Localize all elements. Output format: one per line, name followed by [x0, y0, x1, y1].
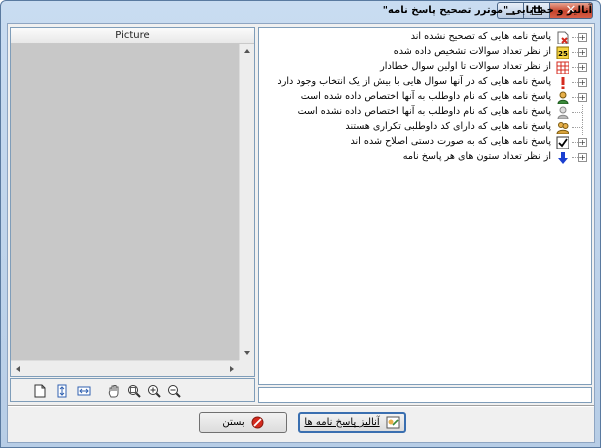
tree-item[interactable]: + از نظر تعداد سوالات تا اولین سوال خطاد… [259, 60, 591, 75]
picture-header: Picture [11, 28, 254, 44]
zoom-fit-button[interactable] [125, 382, 142, 399]
scroll-right-icon[interactable] [230, 366, 234, 372]
tree-item[interactable]: + پاسخ نامه هایی که در آنها سوال هایی با… [259, 75, 591, 90]
zoom-fit-icon [127, 384, 141, 398]
tree-item-label: پاسخ نامه هایی که تصحیح نشده اند [410, 31, 551, 42]
arrow-down-icon [558, 152, 568, 164]
count-25-icon: 25 [556, 46, 569, 59]
tree-item-label: از نظر تعداد ستون های هر پاسخ نامه [402, 151, 551, 162]
fit-height-button[interactable] [53, 382, 70, 399]
page-button[interactable] [31, 382, 48, 399]
tree-item[interactable]: + 25 از نظر تعداد سوالات تشخیص داده شده [259, 45, 591, 60]
zoom-out-icon [167, 384, 181, 398]
user-duplicate-icon [556, 122, 569, 134]
window-title: آنالیز و خطایابی "موترر تصحیح پاسخ نامه" [382, 5, 592, 16]
vertical-scrollbar[interactable] [239, 44, 254, 360]
analysis-tree[interactable]: + پاسخ نامه هایی که تصحیح نشده اند + 25 … [258, 27, 592, 385]
picture-toolbar [10, 378, 255, 402]
stop-icon [251, 416, 264, 429]
zoom-out-button[interactable] [165, 382, 182, 399]
user-gray-icon [557, 106, 569, 119]
zoom-in-icon [147, 384, 161, 398]
tree-item-label: پاسخ نامه هایی که نام داوطلب به آنها اخت… [300, 91, 551, 102]
grid-error-icon [556, 61, 569, 74]
separator [8, 405, 594, 407]
analyze-icon [386, 416, 400, 429]
status-field [258, 387, 592, 403]
tree-item-label: از نظر تعداد سوالات تشخیص داده شده [393, 46, 551, 57]
fit-height-icon [57, 384, 66, 397]
sheet-x-icon [557, 31, 569, 44]
tree-item[interactable]: پاسخ نامه هایی که نام داوطلب به آنها اخت… [259, 105, 591, 120]
tree-item-label: پاسخ نامه هایی که نام داوطلب به آنها اخت… [297, 106, 551, 117]
analyze-button[interactable]: آنالیز پاسخ نامه ها [298, 412, 406, 433]
app-window: ✕ آنالیز و خطایابی "موترر تصحیح پاسخ نام… [0, 0, 601, 448]
fit-width-icon [77, 386, 90, 395]
pan-button[interactable] [105, 382, 122, 399]
horizontal-scrollbar[interactable] [11, 360, 239, 376]
scroll-corner [239, 360, 254, 376]
tree-item[interactable]: + پاسخ نامه هایی که تصحیح نشده اند [259, 30, 591, 45]
scroll-up-icon[interactable] [244, 49, 250, 53]
tree-item-label: از نظر تعداد سوالات تا اولین سوال خطادار [380, 61, 551, 72]
title-bar[interactable]: ✕ آنالیز و خطایابی "موترر تصحیح پاسخ نام… [1, 1, 600, 23]
scroll-down-icon[interactable] [244, 351, 250, 355]
page-icon [34, 384, 45, 397]
hand-icon [108, 384, 118, 397]
exclamation-icon [561, 77, 565, 89]
tree-item[interactable]: پاسخ نامه هایی که دارای کد داوطلبی تکرار… [259, 120, 591, 135]
tree-item-label: پاسخ نامه هایی که در آنها سوال هایی با ب… [277, 76, 551, 87]
zoom-in-button[interactable] [145, 382, 162, 399]
user-icon [557, 91, 569, 104]
analyze-button-label: آنالیز پاسخ نامه ها [304, 417, 380, 428]
fit-width-button[interactable] [75, 382, 92, 399]
client-area: Picture + پاسخ نامه هایی که تصحیح نشده ا… [7, 23, 595, 443]
svg-text:25: 25 [558, 50, 568, 58]
tree-item[interactable]: + از نظر تعداد ستون های هر پاسخ نامه [259, 150, 591, 165]
scroll-left-icon[interactable] [16, 366, 20, 372]
picture-panel: Picture [10, 27, 255, 377]
close-button[interactable]: بستن [199, 412, 287, 433]
tree-item-label: پاسخ نامه هایی که به صورت دستی اصلاح شده… [350, 136, 552, 147]
checkbox-icon [556, 136, 569, 149]
picture-view[interactable] [11, 44, 239, 360]
tree-item[interactable]: + پاسخ نامه هایی که نام داوطلب به آنها ا… [259, 90, 591, 105]
tree-item[interactable]: + پاسخ نامه هایی که به صورت دستی اصلاح ش… [259, 135, 591, 150]
tree-item-label: پاسخ نامه هایی که دارای کد داوطلبی تکرار… [345, 121, 551, 132]
close-button-label: بستن [222, 417, 245, 428]
